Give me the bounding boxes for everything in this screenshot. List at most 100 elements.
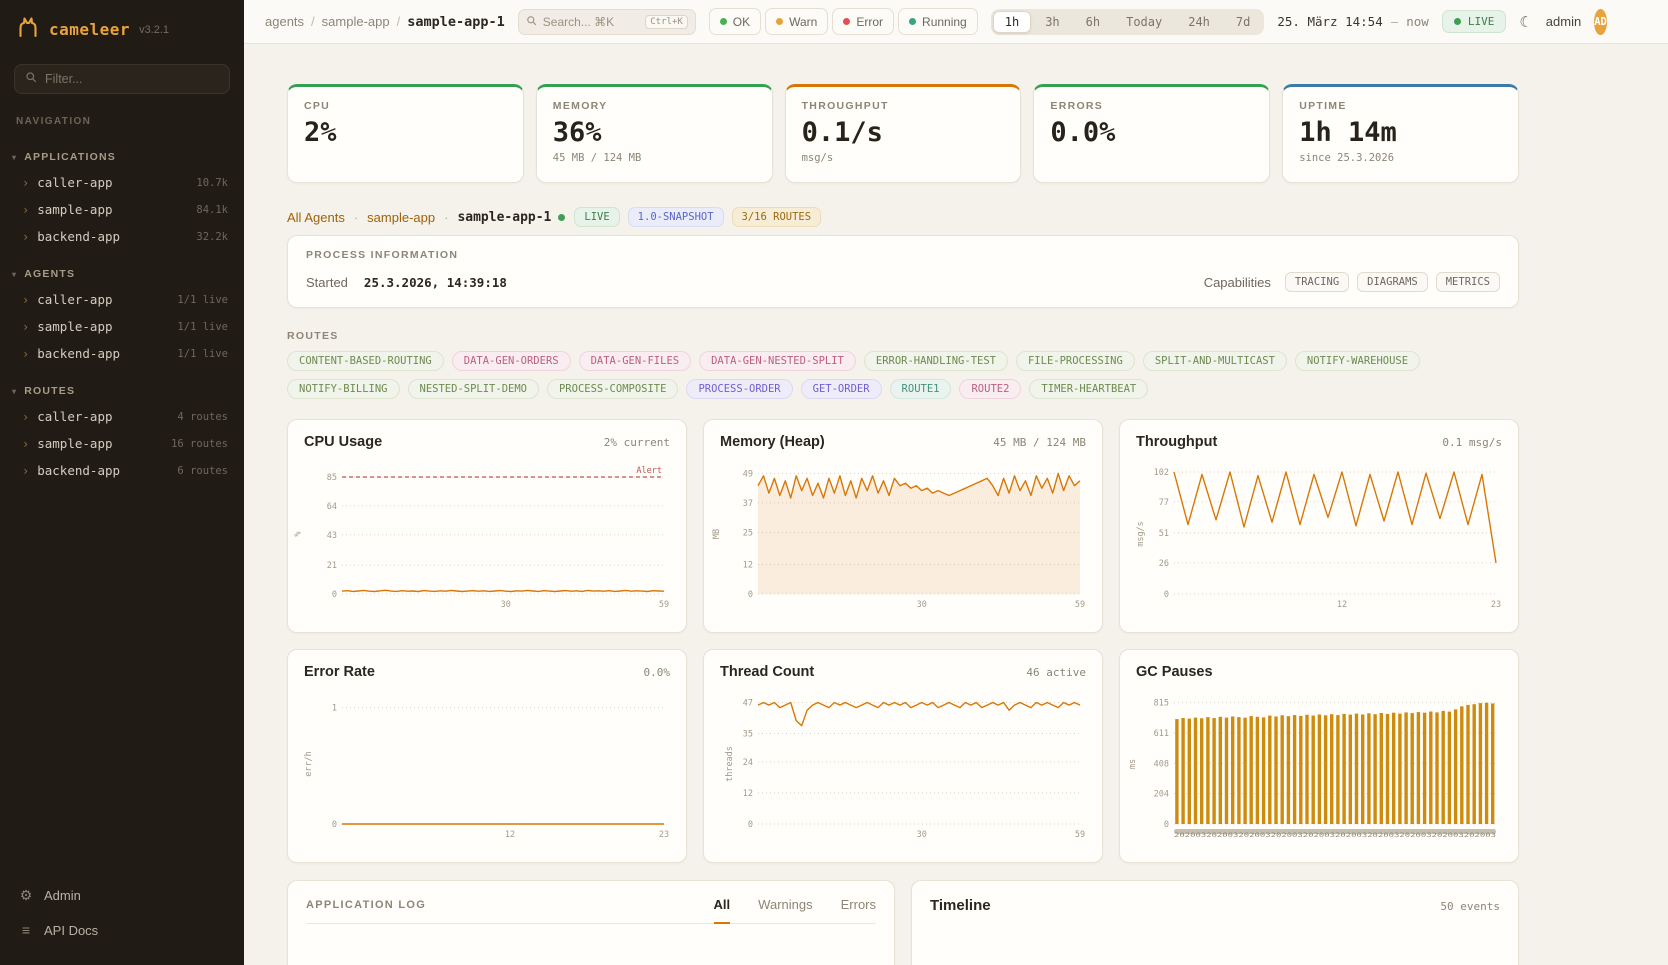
sidebar-section-title[interactable]: ▾ROUTES bbox=[0, 381, 244, 403]
status-filter-running[interactable]: Running bbox=[898, 8, 978, 35]
sidebar-filter[interactable] bbox=[14, 64, 230, 94]
log-tab-all[interactable]: All bbox=[714, 897, 731, 924]
time-range-3h[interactable]: 3h bbox=[1033, 11, 1071, 33]
svg-text:0: 0 bbox=[1164, 590, 1169, 600]
status-filter-warn[interactable]: Warn bbox=[765, 8, 828, 35]
sidebar-item-api-docs[interactable]: ≡ API Docs bbox=[16, 915, 228, 945]
chart-card-cpu-usage: CPU Usage 2% current % 8564432103059Aler… bbox=[287, 419, 687, 633]
status-filter-ok[interactable]: OK bbox=[709, 8, 761, 35]
sidebar-item-badge: 84.1k bbox=[196, 204, 228, 216]
started-value: 25.3.2026, 14:39:18 bbox=[364, 275, 507, 290]
route-chip-data-gen-nested-split[interactable]: DATA-GEN-NESTED-SPLIT bbox=[699, 351, 856, 371]
sidebar-item-sample-app[interactable]: ›sample-app16 routes bbox=[0, 430, 244, 457]
bottom-row: APPLICATION LOG AllWarningsErrors Timeli… bbox=[287, 880, 1519, 965]
svg-text:26: 26 bbox=[1159, 559, 1169, 569]
svg-text:815: 815 bbox=[1154, 699, 1169, 709]
time-range-1h[interactable]: 1h bbox=[993, 11, 1031, 33]
time-range-today[interactable]: Today bbox=[1114, 11, 1174, 33]
route-chip-split-and-multicast[interactable]: SPLIT-AND-MULTICAST bbox=[1143, 351, 1287, 371]
stat-card-errors: ERRORS 0.0% bbox=[1033, 84, 1270, 183]
svg-text:0: 0 bbox=[1164, 820, 1169, 830]
sidebar-item-backend-app[interactable]: ›backend-app32.2k bbox=[0, 223, 244, 250]
application-log-title: APPLICATION LOG bbox=[306, 899, 426, 923]
dark-mode-toggle[interactable]: ☾ bbox=[1519, 8, 1532, 36]
moon-icon: ☾ bbox=[1519, 13, 1532, 31]
svg-text:0: 0 bbox=[332, 820, 337, 830]
route-chip-nested-split-demo[interactable]: NESTED-SPLIT-DEMO bbox=[408, 379, 539, 399]
svg-text:23: 23 bbox=[1491, 600, 1501, 610]
chart-title: Throughput bbox=[1136, 434, 1217, 450]
stat-value: 2% bbox=[304, 117, 507, 148]
agent-bar-sample-app[interactable]: sample-app bbox=[367, 210, 435, 225]
sidebar-item-caller-app[interactable]: ›caller-app4 routes bbox=[0, 403, 244, 430]
app-version: v3.2.1 bbox=[139, 24, 169, 36]
time-range-7d[interactable]: 7d bbox=[1224, 11, 1262, 33]
navigation-label: NAVIGATION bbox=[0, 110, 244, 133]
sidebar-item-caller-app[interactable]: ›caller-app10.7k bbox=[0, 169, 244, 196]
sidebar-section-routes: ▾ROUTES›caller-app4 routes›sample-app16 … bbox=[0, 381, 244, 484]
route-chip-timer-heartbeat[interactable]: TIMER-HEARTBEAT bbox=[1029, 379, 1148, 399]
sidebar-item-backend-app[interactable]: ›backend-app1/1 live bbox=[0, 340, 244, 367]
global-search[interactable]: Ctrl+K bbox=[518, 9, 696, 35]
route-chip-error-handling-test[interactable]: ERROR-HANDLING-TEST bbox=[864, 351, 1008, 371]
sidebar-section-title[interactable]: ▾AGENTS bbox=[0, 264, 244, 286]
cpu-usage-plot: 8564432103059Alert bbox=[316, 458, 670, 610]
route-chip-route2[interactable]: ROUTE2 bbox=[959, 379, 1021, 399]
avatar[interactable]: AD bbox=[1594, 9, 1607, 35]
gear-icon: ⚙ bbox=[18, 887, 34, 904]
agent-bar-current-label: sample-app-1 bbox=[457, 210, 551, 225]
search-icon bbox=[526, 13, 537, 31]
sidebar-section-label: ROUTES bbox=[24, 385, 75, 397]
route-chip-data-gen-orders[interactable]: DATA-GEN-ORDERS bbox=[452, 351, 571, 371]
time-range-24h[interactable]: 24h bbox=[1176, 11, 1222, 33]
y-axis-unit: err/h bbox=[304, 751, 314, 777]
log-tab-warnings[interactable]: Warnings bbox=[758, 897, 812, 924]
breadcrumb-separator: / bbox=[397, 14, 401, 29]
route-chip-process-composite[interactable]: PROCESS-COMPOSITE bbox=[547, 379, 678, 399]
log-tab-errors[interactable]: Errors bbox=[841, 897, 876, 924]
breadcrumb: agents / sample-app / sample-app-1 bbox=[265, 14, 505, 30]
search-input[interactable] bbox=[543, 15, 639, 29]
sidebar-item-caller-app[interactable]: ›caller-app1/1 live bbox=[0, 286, 244, 313]
route-chip-process-order[interactable]: PROCESS-ORDER bbox=[686, 379, 792, 399]
sidebar-item-admin[interactable]: ⚙ Admin bbox=[16, 880, 228, 911]
sidebar-item-sample-app[interactable]: ›sample-app84.1k bbox=[0, 196, 244, 223]
route-chip-data-gen-files[interactable]: DATA-GEN-FILES bbox=[579, 351, 692, 371]
stat-value: 1h 14m bbox=[1299, 117, 1502, 148]
svg-text:59: 59 bbox=[1075, 600, 1085, 610]
route-chip-get-order[interactable]: GET-ORDER bbox=[801, 379, 882, 399]
sidebar-item-backend-app[interactable]: ›backend-app6 routes bbox=[0, 457, 244, 484]
route-chip-notify-billing[interactable]: NOTIFY-BILLING bbox=[287, 379, 400, 399]
stat-sub: since 25.3.2026 bbox=[1299, 152, 1502, 164]
route-chip-file-processing[interactable]: FILE-PROCESSING bbox=[1016, 351, 1135, 371]
capabilities: Capabilities TRACINGDIAGRAMSMETRICS bbox=[1204, 272, 1500, 292]
sidebar-item-badge: 16 routes bbox=[171, 438, 228, 450]
agent-bar-all-agents[interactable]: All Agents bbox=[287, 210, 345, 225]
badge-3-16-routes: 3/16 ROUTES bbox=[732, 207, 822, 227]
time-range-display[interactable]: 25. März 14:54 — now bbox=[1277, 14, 1428, 29]
menu-icon: ≡ bbox=[18, 922, 34, 938]
capability-tracing: TRACING bbox=[1285, 272, 1349, 292]
time-range-6h[interactable]: 6h bbox=[1074, 11, 1112, 33]
breadcrumb-agents[interactable]: agents bbox=[265, 14, 304, 29]
filter-input[interactable] bbox=[45, 72, 219, 86]
svg-text:12: 12 bbox=[505, 830, 515, 840]
sidebar-item-sample-app[interactable]: ›sample-app1/1 live bbox=[0, 313, 244, 340]
svg-text:0: 0 bbox=[748, 820, 753, 830]
svg-text:30: 30 bbox=[501, 600, 511, 610]
svg-text:0: 0 bbox=[332, 590, 337, 600]
svg-text:30: 30 bbox=[917, 830, 927, 840]
api-docs-link-label: API Docs bbox=[44, 923, 98, 938]
breadcrumb-sample-app[interactable]: sample-app bbox=[322, 14, 390, 29]
route-chip-notify-warehouse[interactable]: NOTIFY-WAREHOUSE bbox=[1295, 351, 1420, 371]
now-label: now bbox=[1406, 14, 1429, 29]
route-chip-content-based-routing[interactable]: CONTENT-BASED-ROUTING bbox=[287, 351, 444, 371]
svg-text:204: 204 bbox=[1154, 790, 1169, 800]
status-filter-error[interactable]: Error bbox=[832, 8, 894, 35]
sidebar-section-title[interactable]: ▾APPLICATIONS bbox=[0, 147, 244, 169]
sidebar-sections: ▾APPLICATIONS›caller-app10.7k›sample-app… bbox=[0, 133, 244, 484]
route-chip-route1[interactable]: ROUTE1 bbox=[890, 379, 952, 399]
sidebar-section-agents: ▾AGENTS›caller-app1/1 live›sample-app1/1… bbox=[0, 264, 244, 367]
chart-title: CPU Usage bbox=[304, 434, 382, 450]
live-toggle[interactable]: LIVE bbox=[1442, 10, 1507, 33]
